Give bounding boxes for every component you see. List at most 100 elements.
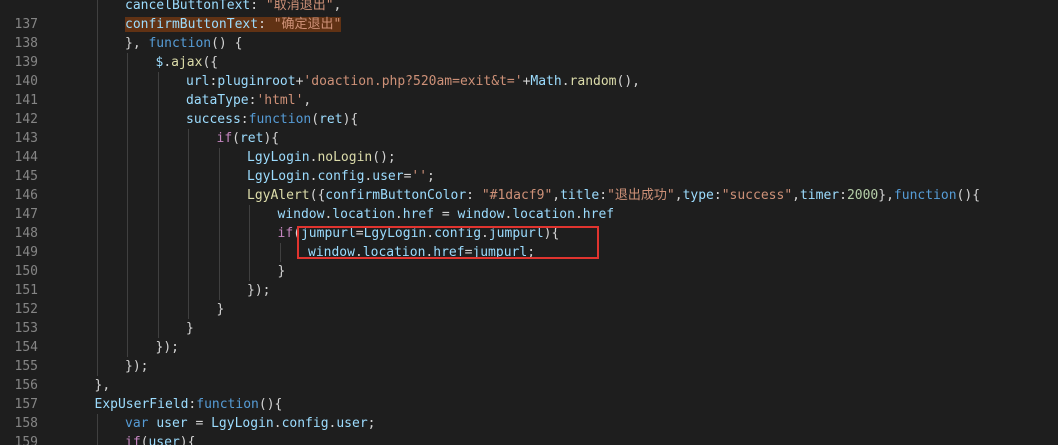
code-text: url:pluginroot+'doaction.php?520am=exit&… [186, 72, 640, 91]
code-text: $.ajax({ [156, 53, 219, 72]
code-line[interactable]: 141 dataType:'html', [0, 91, 1058, 110]
code-line[interactable]: 147 window.location.href = window.locatio… [0, 205, 1058, 224]
code-text: } [217, 300, 225, 319]
code-text: window.location.href = window.location.h… [278, 205, 615, 224]
code-line[interactable]: 153} [0, 319, 1058, 338]
line-number: 151 [14, 283, 38, 298]
code-token: () { [211, 36, 243, 51]
code-token: pluginroot [217, 74, 296, 89]
code-line[interactable]: 158 var user = LgyLogin.config.user; [0, 414, 1058, 433]
code-token: }, [94, 378, 111, 393]
code-token: '' [411, 169, 428, 184]
code-line[interactable]: 159 if(user){ [0, 433, 1058, 445]
code-line[interactable]: 152} [0, 300, 1058, 319]
code-token: }, [878, 188, 894, 203]
indent-guide [218, 148, 220, 167]
code-line[interactable]: 137 confirmButtonText: "确定退出" [0, 15, 1058, 34]
indent-guide [96, 205, 98, 224]
code-line[interactable]: 144 LgyLogin.noLogin(); [0, 148, 1058, 167]
indent-guide [249, 243, 250, 262]
code-token: . [273, 416, 282, 431]
code-token: random [569, 74, 617, 89]
indent-guide [127, 129, 128, 148]
code-token: dataType [186, 93, 249, 108]
code-line[interactable]: 157 ExpUserField:function(){ [0, 395, 1058, 414]
code-token: } [186, 321, 194, 336]
code-token: : [258, 17, 274, 32]
code-line[interactable]: 146 LgyAlert({confirmButtonColor: "#1dacf… [0, 186, 1058, 205]
indent-guide [96, 262, 98, 281]
code-line[interactable]: 140 url:pluginroot+'doaction.php?520am=ex… [0, 72, 1058, 91]
code-line[interactable]: 143 if(ret){ [0, 129, 1058, 148]
line-number: 153 [14, 321, 38, 336]
code-token: timer [799, 188, 840, 203]
indent-guide [96, 414, 98, 433]
indent-guide [96, 300, 98, 319]
line-number: 158 [14, 416, 38, 431]
code-line[interactable]: 154}); [0, 338, 1058, 357]
code-editor[interactable]: cancelButtonText: "取消退出", 137 confirmButto… [0, 0, 1058, 445]
indent-guide [96, 281, 98, 300]
code-token: . [561, 74, 570, 89]
line-number: 149 [14, 245, 38, 260]
code-token: url [186, 74, 210, 89]
code-token: if [216, 131, 233, 146]
indent-guide [96, 338, 98, 357]
code-line[interactable]: 142 success:function(ret){ [0, 110, 1058, 129]
code-token: type [682, 188, 714, 203]
code-token: } [277, 264, 286, 279]
code-line[interactable]: 155}); [0, 357, 1058, 376]
code-token: success [186, 112, 241, 127]
code-line[interactable]: cancelButtonText: "取消退出", [0, 0, 1058, 15]
code-token: : [839, 188, 847, 203]
code-text: }, function() { [125, 34, 242, 53]
code-line[interactable]: 139 $.ajax({ [0, 53, 1058, 72]
indent-guide [188, 300, 189, 319]
code-line[interactable]: 151}); [0, 281, 1058, 300]
line-number: 138 [14, 36, 38, 51]
indent-guide [218, 262, 220, 281]
code-line[interactable]: 138 }, function() { [0, 34, 1058, 53]
indent-guide [188, 205, 189, 224]
code-token: user [148, 435, 180, 445]
code-line[interactable]: 150} [0, 262, 1058, 281]
code-text: LgyAlert({confirmButtonColor: "#1dacf9",… [247, 186, 980, 205]
indent-guide [96, 224, 98, 243]
code-token: "退出成功" [607, 188, 675, 203]
indent-guide [127, 281, 128, 300]
indent-guide [96, 72, 98, 91]
indent-guide [96, 243, 98, 262]
code-token: LgyLogin [211, 416, 274, 431]
code-token: ret [239, 131, 264, 146]
code-token: location [332, 207, 395, 222]
code-token: Math [530, 74, 562, 89]
code-line[interactable]: 156}, [0, 376, 1058, 395]
code-text: }); [247, 281, 270, 300]
code-token: LgyLogin [247, 150, 310, 165]
code-token: ; [427, 169, 435, 184]
code-token: , [792, 188, 800, 203]
line-number: 143 [14, 131, 38, 146]
indent-guide [127, 72, 128, 91]
code-token: : [599, 188, 608, 203]
code-line[interactable]: 145 LgyLogin.config.user=''; [0, 167, 1058, 186]
code-token: confirmButtonColor [325, 188, 467, 203]
indent-guide [218, 281, 220, 300]
line-number: 137 [14, 17, 38, 32]
code-token: , [552, 188, 561, 203]
code-token: "取消退出" [265, 0, 334, 13]
code-token: LgyLogin [247, 169, 310, 184]
code-token: href [582, 207, 615, 222]
code-token: = [434, 207, 458, 222]
indent-guide [188, 243, 189, 262]
code-token: ; [367, 416, 376, 431]
indent-guide [127, 110, 128, 129]
indent-guide [96, 433, 98, 445]
code-token: confirmButtonText [125, 17, 259, 32]
code-token: LgyAlert [247, 188, 310, 203]
code-text: var user = LgyLogin.config.user; [125, 414, 376, 433]
code-text: } [278, 262, 286, 281]
indent-guide [218, 224, 220, 243]
line-number: 139 [14, 55, 38, 70]
code-token: (), [616, 74, 640, 89]
